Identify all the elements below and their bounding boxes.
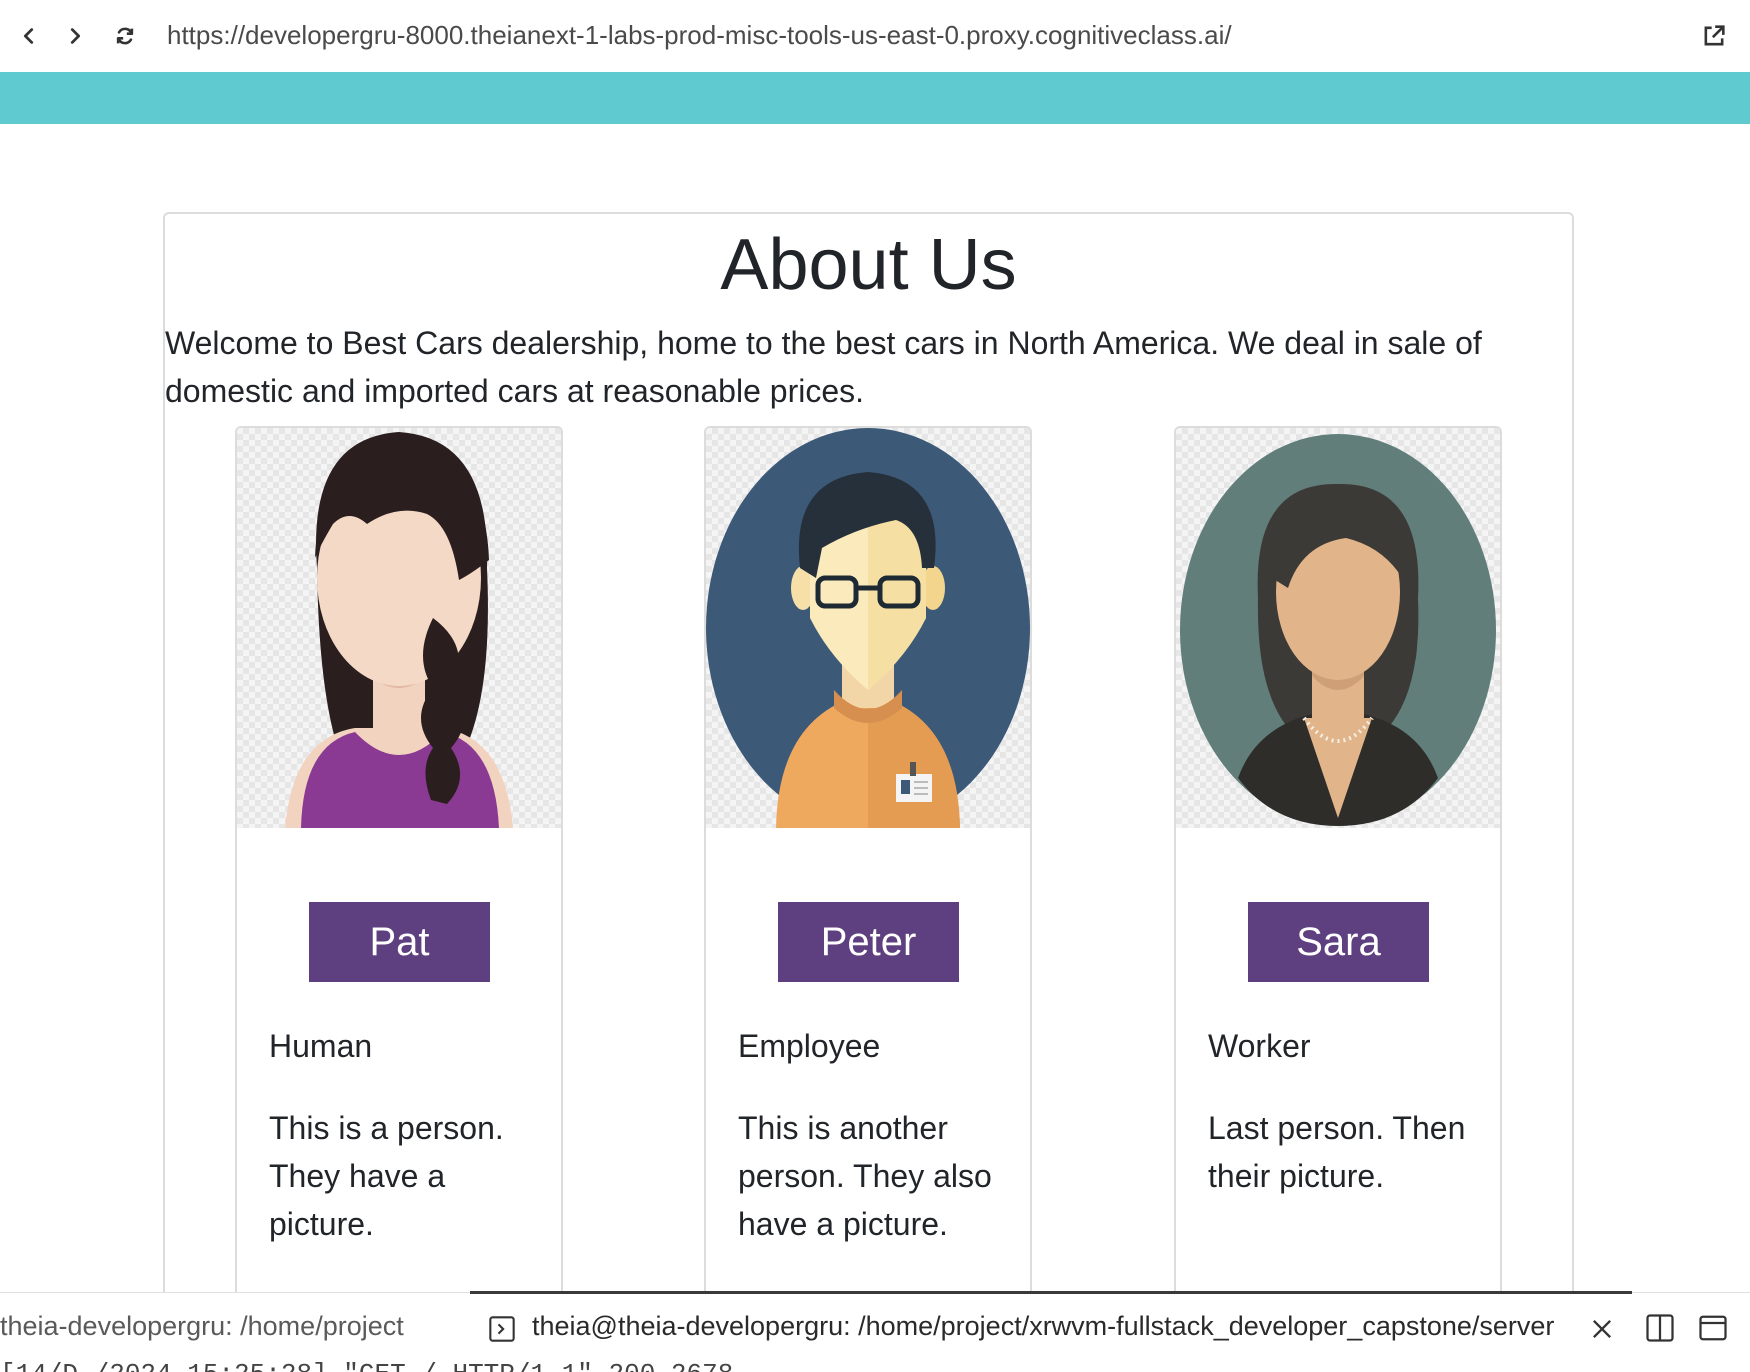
terminal-tab-inactive[interactable]: theia-developergru: /home/project: [0, 1311, 404, 1342]
person-description: Last person. Then their picture.: [1208, 1110, 1466, 1194]
person-card: Sara Worker Last person. Then their pict…: [1174, 426, 1502, 1346]
person-card: Pat Human This is a person. They have a …: [235, 426, 563, 1346]
person-role: Employee: [738, 1028, 881, 1064]
person-description: This is another person. They also have a…: [738, 1110, 992, 1242]
person-name-button[interactable]: Sara: [1248, 902, 1429, 982]
browser-toolbar: https://developergru-8000.theianext-1-la…: [0, 0, 1750, 72]
person-description: This is a person. They have a picture.: [269, 1110, 504, 1242]
close-icon[interactable]: [1588, 1315, 1616, 1343]
person-name-button[interactable]: Pat: [309, 902, 490, 982]
reload-icon: [116, 27, 134, 45]
back-icon: [23, 28, 34, 44]
address-bar[interactable]: https://developergru-8000.theianext-1-la…: [167, 20, 1232, 51]
active-tab-indicator: [470, 1291, 1632, 1294]
terminal-output: [14/D /2024 15:25:28] "GET / HTTP/1.1" 2…: [0, 1359, 733, 1372]
terminal-panel: theia-developergru: /home/project theia@…: [0, 1291, 1750, 1372]
back-button[interactable]: [14, 20, 44, 52]
terminal-icon: [489, 1316, 515, 1342]
split-terminal-icon[interactable]: [1645, 1313, 1675, 1343]
forward-button[interactable]: [60, 20, 90, 52]
page-header-bar: [0, 72, 1750, 124]
person-role: Human: [269, 1028, 373, 1064]
person-avatar: [1176, 428, 1500, 828]
page-title: About Us: [720, 225, 1017, 305]
person-role: Worker: [1208, 1028, 1311, 1064]
person-card: Peter Employee This is another person. T…: [704, 426, 1032, 1346]
terminal-tab-active[interactable]: theia@theia-developergru: /home/project/…: [532, 1311, 1554, 1342]
open-external-icon[interactable]: [1700, 22, 1728, 50]
maximize-panel-icon[interactable]: [1697, 1313, 1729, 1343]
forward-icon: [70, 28, 81, 44]
intro-text: Welcome to Best Cars dealership, home to…: [165, 325, 1482, 409]
person-name-button[interactable]: Peter: [778, 902, 959, 982]
reload-button[interactable]: [110, 20, 140, 52]
person-avatar: [706, 428, 1030, 828]
about-container: About Us Welcome to Best Cars dealership…: [163, 212, 1574, 1346]
person-avatar: [237, 428, 561, 828]
